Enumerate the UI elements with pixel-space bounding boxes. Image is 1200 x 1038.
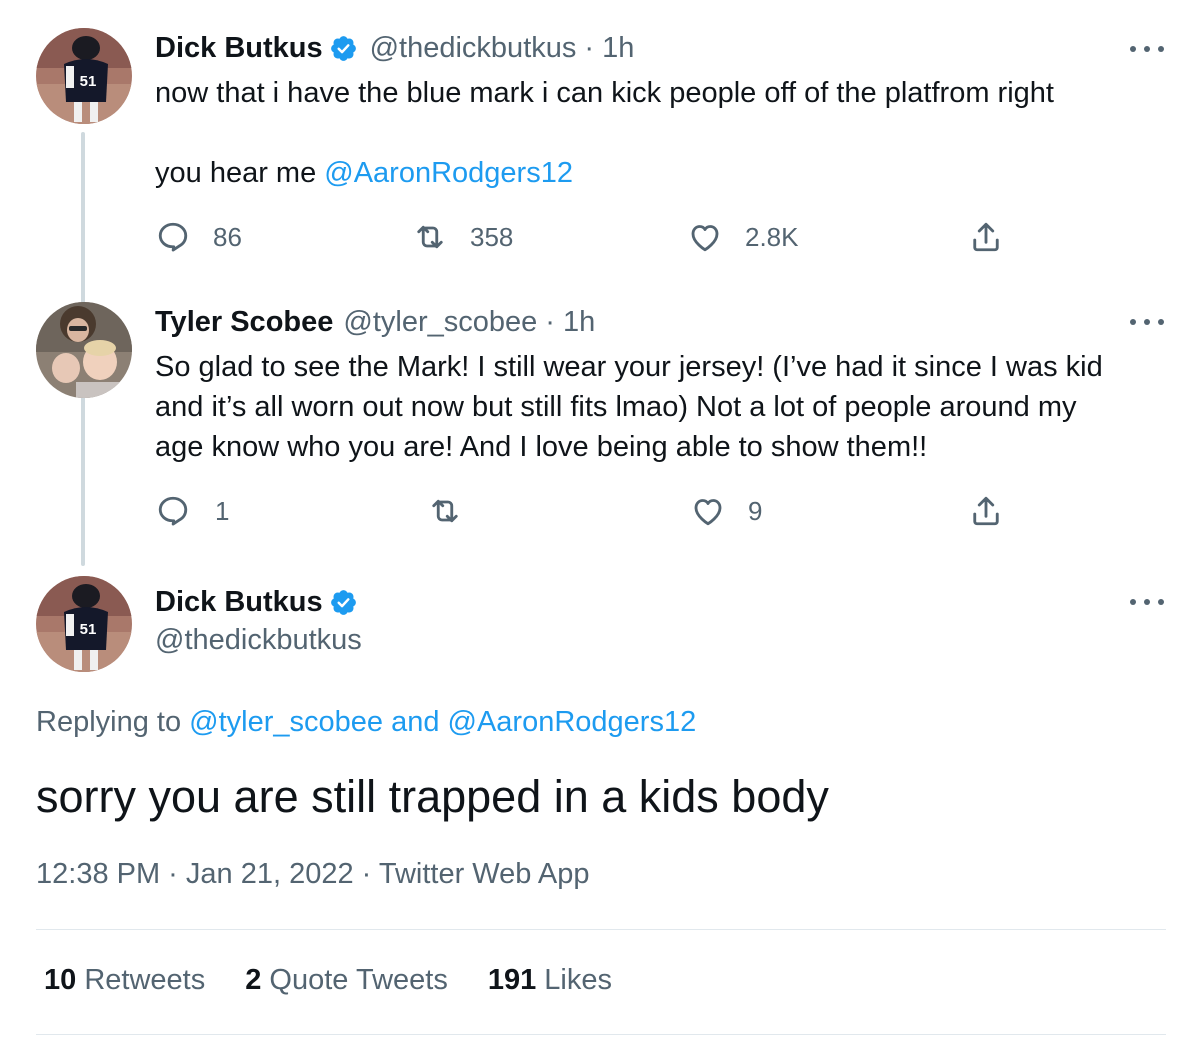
handle[interactable]: @tyler_scobee	[343, 306, 537, 339]
tweet-timestamp[interactable]: 12:38 PM · Jan 21, 2022 · Twitter Web Ap…	[36, 858, 589, 891]
quote-tweets-stat[interactable]: 2 Quote Tweets	[245, 964, 448, 997]
like-button[interactable]: 2.8K	[687, 219, 799, 255]
retweet-icon	[417, 225, 443, 249]
tweet2-header: Tyler Scobee @tyler_scobee · 1h	[155, 306, 595, 339]
player-photo-icon: 51	[36, 28, 132, 124]
like-count: 2.8K	[745, 221, 799, 252]
share-button[interactable]	[968, 493, 1004, 529]
main-tweet-header: Dick Butkus	[155, 586, 370, 619]
handle[interactable]: @thedickbutkus	[155, 624, 362, 657]
reply-button[interactable]: 1	[155, 493, 229, 529]
retweet-button[interactable]: 358	[412, 219, 513, 255]
retweets-label: Retweets	[84, 964, 206, 996]
verified-badge-icon	[330, 36, 356, 61]
reply-count: 1	[215, 495, 230, 526]
retweets-stat[interactable]: 10 Retweets	[44, 964, 205, 997]
share-icon	[973, 496, 999, 526]
like-icon	[694, 499, 722, 526]
svg-text:51: 51	[80, 621, 97, 638]
display-name[interactable]: Dick Butkus	[155, 586, 323, 619]
avatar-dick-butkus[interactable]: 51	[36, 28, 132, 124]
replying-mentions[interactable]: @tyler_scobee and @AaronRodgers12	[189, 706, 696, 738]
tweet1-header: Dick Butkus @thedickbutkus · 1h	[155, 32, 634, 65]
tweet1-text-line1: now that i have the blue mark i can kick…	[155, 77, 1054, 109]
divider	[36, 929, 1166, 930]
quotes-count: 2	[245, 964, 262, 996]
like-count: 9	[748, 495, 763, 526]
timestamp[interactable]: 1h	[602, 32, 634, 65]
timestamp[interactable]: 1h	[563, 306, 595, 339]
tweet2-text-line2: and it’s all worn out now but still fits…	[155, 391, 1077, 423]
retweets-count: 10	[44, 964, 77, 996]
reply-count: 86	[213, 221, 242, 252]
likes-stat[interactable]: 191 Likes	[488, 964, 612, 997]
separator: ·	[584, 32, 595, 64]
retweet-icon	[432, 499, 458, 523]
likes-count: 191	[487, 964, 537, 996]
replying-to: Replying to @tyler_scobee and @AaronRodg…	[36, 706, 696, 739]
like-icon	[691, 225, 719, 252]
engagement-stats: 10 Retweets 2 Quote Tweets 191 Likes	[44, 964, 612, 997]
tweet1-text-line2: you hear me @AaronRodgers12	[155, 153, 573, 193]
svg-text:51: 51	[80, 73, 97, 90]
verified-badge-icon	[330, 590, 356, 615]
share-icon	[973, 222, 999, 252]
more-icon[interactable]	[1130, 44, 1164, 54]
tweet2-text-line1: So glad to see the Mark! I still wear yo…	[155, 351, 1103, 383]
more-icon[interactable]	[1130, 597, 1164, 607]
handle[interactable]: @thedickbutkus	[370, 32, 577, 65]
share-button[interactable]	[968, 219, 1004, 255]
mention-link[interactable]: @AaronRodgers12	[324, 157, 573, 189]
separator: ·	[545, 306, 555, 338]
avatar-dick-butkus[interactable]: 51	[36, 576, 132, 672]
avatar-tyler-scobee[interactable]	[36, 302, 132, 398]
display-name[interactable]: Dick Butkus	[155, 32, 323, 65]
main-tweet-text: sorry you are still trapped in a kids bo…	[36, 771, 829, 822]
reply-icon	[158, 496, 188, 526]
player-photo-icon: 51	[36, 576, 132, 672]
display-name[interactable]: Tyler Scobee	[155, 306, 333, 339]
more-icon[interactable]	[1130, 317, 1164, 327]
reply-icon	[158, 222, 188, 252]
retweet-count: 358	[470, 221, 514, 252]
likes-label: Likes	[544, 964, 612, 996]
tweet2-text-line3: age know who you are! And I love being a…	[155, 431, 928, 463]
divider	[36, 1034, 1166, 1035]
retweet-button[interactable]	[427, 493, 463, 529]
family-photo-icon	[36, 302, 132, 398]
tweet1-text-prefix: you hear me	[155, 157, 325, 189]
reply-button[interactable]: 86	[155, 219, 242, 255]
quotes-label: Quote Tweets	[269, 964, 448, 996]
replying-prefix: Replying to	[36, 706, 190, 738]
like-button[interactable]: 9	[690, 493, 762, 529]
